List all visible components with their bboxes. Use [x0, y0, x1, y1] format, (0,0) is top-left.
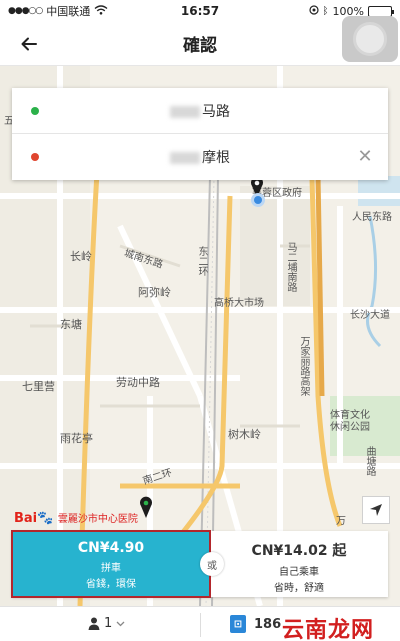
seat-count-selector[interactable]: 1 [88, 616, 125, 631]
carpool-price: CN¥4.90 [77, 540, 145, 556]
map-label-wan: 万 [336, 516, 346, 527]
current-location-icon [251, 193, 265, 207]
battery-icon [368, 5, 394, 17]
status-bar: ●●●○○ 中国联通 16:57 ᛒ 100% [0, 0, 400, 22]
bluetooth-icon: ᛒ [322, 5, 329, 17]
navigation-arrow-icon [370, 504, 382, 516]
person-icon [88, 617, 100, 630]
status-time: 16:57 [180, 4, 220, 18]
contact-card-icon: ⊡ [230, 615, 246, 633]
map-label-shumu: 树木岭 [228, 428, 261, 441]
map-label-wanjia: 万家丽路高架 [298, 336, 309, 396]
carpool-option[interactable]: CN¥4.90 拼車 省錢，環保 [11, 530, 211, 598]
map-label-dongta: 东塘 [60, 318, 82, 331]
phone-number: 186 [254, 616, 282, 632]
map-attribution: Bai🐾 雲麗沙市中心医院 [14, 510, 138, 526]
route-card: 马路 摩根 ✕ [12, 88, 388, 180]
back-arrow-icon [21, 37, 37, 51]
bottom-divider [200, 613, 201, 637]
map-label-ma-er: 马二埔南路 [285, 242, 296, 292]
carpool-note: 省錢，環保 [86, 579, 136, 590]
assistive-touch-button[interactable] [342, 16, 398, 62]
carrier-name: 中国联通 [46, 5, 91, 18]
map-label-dong-er: 东二环 [196, 246, 207, 276]
signal-icon: ●●●○○ [8, 6, 43, 16]
locate-me-button[interactable] [362, 496, 390, 524]
map-label-tiyu: 体育文化休闲公园 [330, 410, 370, 433]
hospital-label: 雲麗沙市中心医院 [57, 514, 138, 525]
or-badge: 或 [200, 552, 224, 576]
map-label-gaoqiao: 高桥大市场 [214, 298, 264, 309]
map-label-yuhua: 雨花亭 [60, 432, 93, 445]
map-label-changsha-da: 长沙大道 [350, 310, 390, 321]
seat-count: 1 [104, 616, 113, 631]
solo-price: CN¥14.02 起 [251, 543, 347, 559]
pickup-dot-icon [31, 106, 39, 115]
map-label-axiling: 阿弥岭 [138, 286, 171, 299]
nav-bar: 確認 [0, 22, 400, 66]
phone-field[interactable]: ⊡ 186 [230, 615, 281, 633]
dropoff-address-row[interactable]: 摩根 ✕ [12, 134, 388, 180]
solo-note: 省時，舒適 [274, 583, 324, 594]
dropoff-address: 摩根 [202, 150, 230, 166]
pickup-address-row[interactable]: 马路 [12, 88, 388, 134]
map-label-laodong: 劳动中路 [116, 376, 160, 389]
solo-name: 自己乘車 [279, 567, 319, 578]
carpool-name: 拼車 [101, 563, 121, 574]
dropoff-dot-icon [31, 153, 39, 161]
map-label-qiliying: 七里营 [22, 380, 55, 393]
page-title: 確認 [183, 36, 217, 56]
assistive-touch-icon [353, 22, 387, 56]
map-label-qutang: 曲塘路 [364, 446, 375, 476]
solo-ride-option[interactable]: CN¥14.02 起 自己乘車 省時，舒適 [210, 531, 388, 597]
pickup-address: 马路 [202, 103, 230, 120]
map-label-changling: 长岭 [70, 250, 92, 263]
clear-dropoff-button[interactable]: ✕ [356, 148, 374, 166]
start-pin-icon [139, 496, 153, 518]
wifi-icon [94, 4, 108, 18]
baidu-paw-icon: 🐾 [37, 511, 54, 526]
map-label-renmin: 人民东路 [352, 212, 392, 223]
site-watermark: 云南龙网 [282, 618, 375, 641]
back-button[interactable] [14, 30, 44, 58]
baidu-logo-text: Bai [14, 511, 38, 526]
location-arrow-icon [308, 4, 319, 18]
chevron-down-icon [116, 621, 125, 626]
fare-options: CN¥4.90 拼車 省錢，環保 或 CN¥14.02 起 自己乘車 省時，舒適 [11, 530, 388, 598]
